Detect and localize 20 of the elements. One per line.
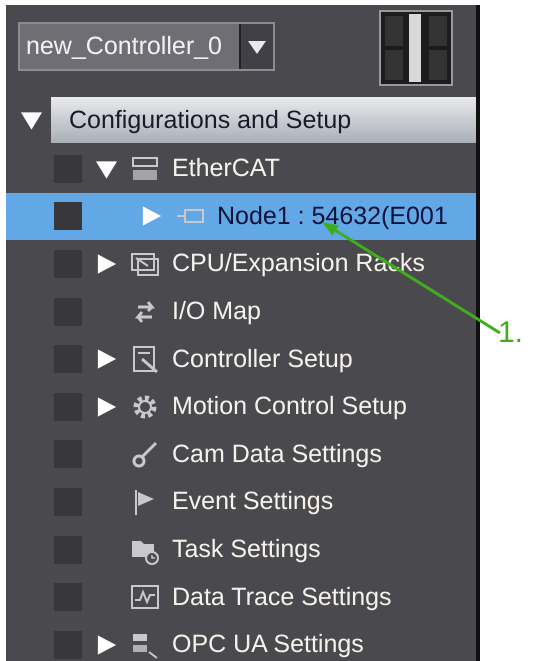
tree-item[interactable]: Controller Setup — [6, 335, 476, 383]
expand-arrow[interactable] — [95, 252, 118, 276]
tree-item[interactable]: EtherCAT — [6, 145, 476, 193]
tree-item[interactable]: Task Settings — [6, 526, 476, 574]
tree-item[interactable]: Cam Data Settings — [6, 430, 476, 478]
expand-arrow[interactable] — [95, 632, 118, 657]
tree-item[interactable]: OPC UA Settings — [6, 620, 476, 661]
expand-arrow[interactable] — [95, 347, 118, 372]
section-header[interactable]: Configurations and Setup — [51, 97, 476, 143]
controller-device-icon[interactable] — [379, 10, 453, 86]
tree-item[interactable]: Node1 : 54632(E001 — [6, 192, 476, 240]
tree-item[interactable]: Motion Control Setup — [6, 382, 476, 431]
checkbox[interactable] — [54, 202, 82, 230]
tree-item[interactable]: Event Settings — [6, 478, 476, 526]
callout-label: 1. — [498, 316, 524, 350]
settings-sheet-icon — [130, 344, 160, 374]
tree-item[interactable]: Data Trace Settings — [6, 573, 476, 621]
pen-icon — [130, 439, 160, 470]
tree-item[interactable]: I/O Map — [6, 288, 476, 336]
expand-arrow[interactable] — [95, 394, 118, 419]
